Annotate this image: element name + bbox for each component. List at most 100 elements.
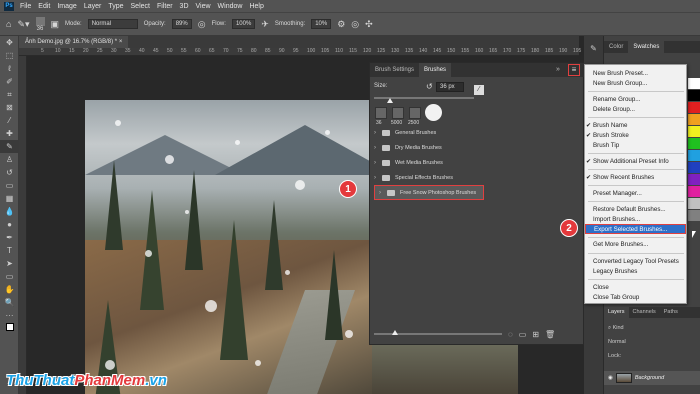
brush-group-general[interactable]: › General Brushes bbox=[370, 125, 585, 140]
zoom-tool-icon[interactable]: 🔍 bbox=[0, 296, 19, 309]
brush-tool-icon[interactable]: ✎▾ bbox=[17, 19, 29, 29]
menu-3d[interactable]: 3D bbox=[180, 3, 189, 10]
pen-tool-icon[interactable]: ✒ bbox=[0, 231, 19, 244]
close-icon[interactable]: × bbox=[119, 39, 123, 45]
tab-layers[interactable]: Layers bbox=[604, 307, 629, 318]
swatch[interactable] bbox=[688, 114, 700, 125]
shape-tool-icon[interactable]: ▭ bbox=[0, 270, 19, 283]
menu-view[interactable]: View bbox=[196, 3, 211, 10]
eyedropper-tool-icon[interactable]: ⁄ bbox=[0, 114, 19, 127]
swatch[interactable] bbox=[688, 174, 700, 185]
history-brush-tool-icon[interactable]: ↺ bbox=[0, 166, 19, 179]
mode-select[interactable]: Normal bbox=[87, 19, 138, 29]
menu-image[interactable]: Image bbox=[57, 3, 76, 10]
ruler-horizontal[interactable]: 5 10 15 20 25 30 35 40 45 50 55 60 65 70 75 80 85 90 95 100… bbox=[19, 48, 581, 56]
swatch[interactable] bbox=[688, 150, 700, 161]
preview-size-slider[interactable] bbox=[374, 330, 502, 335]
menu-window[interactable]: Window bbox=[218, 3, 243, 10]
dodge-tool-icon[interactable]: ● bbox=[0, 218, 19, 231]
preview-size-knob[interactable] bbox=[392, 330, 398, 335]
tab-channels[interactable]: Channels bbox=[629, 307, 660, 318]
brushes-panel-icon[interactable]: ✎ bbox=[584, 44, 603, 53]
swatch[interactable] bbox=[688, 162, 700, 173]
chevron-right-icon[interactable]: › bbox=[374, 145, 382, 151]
edit-brush-icon[interactable]: ⁄ bbox=[474, 85, 484, 95]
menu-item-brush-name[interactable]: ✔ Brush Name bbox=[585, 121, 686, 131]
blend-mode-select[interactable]: Normal bbox=[604, 337, 700, 347]
menu-item-get-more-brushes[interactable]: Get More Brushes... bbox=[585, 240, 686, 250]
chevron-right-icon[interactable]: › bbox=[374, 175, 382, 181]
lasso-tool-icon[interactable]: ℓ bbox=[0, 62, 19, 75]
swatch[interactable] bbox=[688, 90, 700, 101]
menu-item-close-tab-group[interactable]: Close Tab Group bbox=[585, 293, 686, 303]
ruler-vertical[interactable] bbox=[19, 56, 27, 394]
menu-item-export-selected-brushes[interactable]: Export Selected Brushes... bbox=[585, 224, 686, 234]
swatch[interactable] bbox=[688, 102, 700, 113]
chevron-right-icon[interactable]: › bbox=[374, 160, 382, 166]
path-select-tool-icon[interactable]: ➤ bbox=[0, 257, 19, 270]
menu-item-rename-group[interactable]: Rename Group... bbox=[585, 95, 686, 105]
document-tab[interactable]: Ảnh Demo.jpg @ 16.7% (RGB/8) * × bbox=[19, 36, 129, 48]
eye-icon[interactable]: ◉ bbox=[608, 375, 613, 381]
healing-tool-icon[interactable]: ✚ bbox=[0, 127, 19, 140]
quick-select-tool-icon[interactable]: ✐ bbox=[0, 75, 19, 88]
menu-type[interactable]: Type bbox=[108, 3, 123, 10]
brush-tool-icon-active[interactable]: ✎ bbox=[0, 140, 19, 153]
reset-icon[interactable]: ↺ bbox=[426, 82, 433, 91]
chevron-right-icon[interactable]: › bbox=[374, 130, 382, 136]
type-tool-icon[interactable]: T bbox=[0, 244, 19, 257]
color-swatches-icon[interactable] bbox=[0, 322, 19, 335]
pressure-size-icon[interactable]: ◎ bbox=[351, 19, 359, 29]
swatch[interactable] bbox=[688, 138, 700, 149]
menu-item-close[interactable]: Close bbox=[585, 283, 686, 293]
menu-item-restore-default-brushes[interactable]: Restore Default Brushes... bbox=[585, 205, 686, 215]
menu-item-new-brush-preset[interactable]: New Brush Preset... bbox=[585, 69, 686, 79]
marquee-tool-icon[interactable]: ⬚ bbox=[0, 49, 19, 62]
gear-icon[interactable]: ⚙ bbox=[337, 19, 345, 29]
swatch[interactable] bbox=[688, 210, 700, 221]
chevron-right-icon[interactable]: › bbox=[379, 190, 387, 196]
frame-tool-icon[interactable]: ⊠ bbox=[0, 101, 19, 114]
swatch[interactable] bbox=[688, 78, 700, 89]
panel-menu-icon[interactable]: ≡ bbox=[568, 64, 580, 76]
layer-filter[interactable]: ⌕ Kind bbox=[604, 323, 700, 333]
menu-edit[interactable]: Edit bbox=[38, 3, 50, 10]
recent-brush-2[interactable] bbox=[392, 107, 404, 119]
recent-brush-3[interactable] bbox=[409, 107, 421, 119]
swatch[interactable] bbox=[688, 126, 700, 137]
recent-brush-1[interactable] bbox=[375, 107, 387, 119]
more-tools-icon[interactable]: ··· bbox=[0, 309, 19, 322]
menu-item-show-recent-brushes[interactable]: ✔ Show Recent Brushes bbox=[585, 173, 686, 183]
opacity-field[interactable]: 89% bbox=[171, 19, 192, 29]
menu-help[interactable]: Help bbox=[249, 3, 263, 10]
brush-group-special-effects[interactable]: › Special Effects Brushes bbox=[370, 170, 585, 185]
toggle-preview-icon[interactable]: ◌ bbox=[508, 330, 513, 339]
swatch[interactable] bbox=[688, 198, 700, 209]
menu-item-brush-stroke[interactable]: ✔ Brush Stroke bbox=[585, 131, 686, 141]
tab-color[interactable]: Color bbox=[604, 41, 628, 53]
brush-settings-toggle-icon[interactable]: ▣ bbox=[51, 19, 60, 29]
swatch[interactable] bbox=[688, 186, 700, 197]
blur-tool-icon[interactable]: 💧 bbox=[0, 205, 19, 218]
pressure-opacity-icon[interactable]: ◎ bbox=[198, 19, 206, 29]
collapse-panel-icon[interactable]: » bbox=[556, 63, 560, 77]
tab-brushes[interactable]: Brushes bbox=[419, 63, 452, 77]
brush-group-free-snow[interactable]: › Free Snow Photoshop Brushes bbox=[374, 185, 484, 200]
move-tool-icon[interactable]: ✥ bbox=[0, 36, 19, 49]
menu-layer[interactable]: Layer bbox=[84, 3, 102, 10]
menu-item-new-brush-group[interactable]: New Brush Group... bbox=[585, 79, 686, 89]
crop-tool-icon[interactable]: ⌗ bbox=[0, 88, 19, 101]
brush-preset-picker[interactable]: 36 bbox=[35, 16, 45, 32]
trash-icon[interactable]: 🗑 bbox=[545, 330, 555, 339]
smoothing-field[interactable]: 10% bbox=[311, 19, 332, 29]
size-slider-knob[interactable] bbox=[387, 98, 393, 103]
eraser-tool-icon[interactable]: ▭ bbox=[0, 179, 19, 192]
menu-item-show-additional-preset-info[interactable]: ✔ Show Additional Preset Info bbox=[585, 157, 686, 167]
airbrush-icon[interactable]: ✈ bbox=[261, 19, 269, 29]
layer-row-background[interactable]: ◉ Background bbox=[604, 371, 700, 385]
home-icon[interactable]: ⌂ bbox=[6, 19, 11, 29]
menu-item-delete-group[interactable]: Delete Group... bbox=[585, 105, 686, 115]
gradient-tool-icon[interactable]: ▦ bbox=[0, 192, 19, 205]
brush-group-dry-media[interactable]: › Dry Media Brushes bbox=[370, 140, 585, 155]
recent-brush-round[interactable] bbox=[425, 104, 442, 121]
